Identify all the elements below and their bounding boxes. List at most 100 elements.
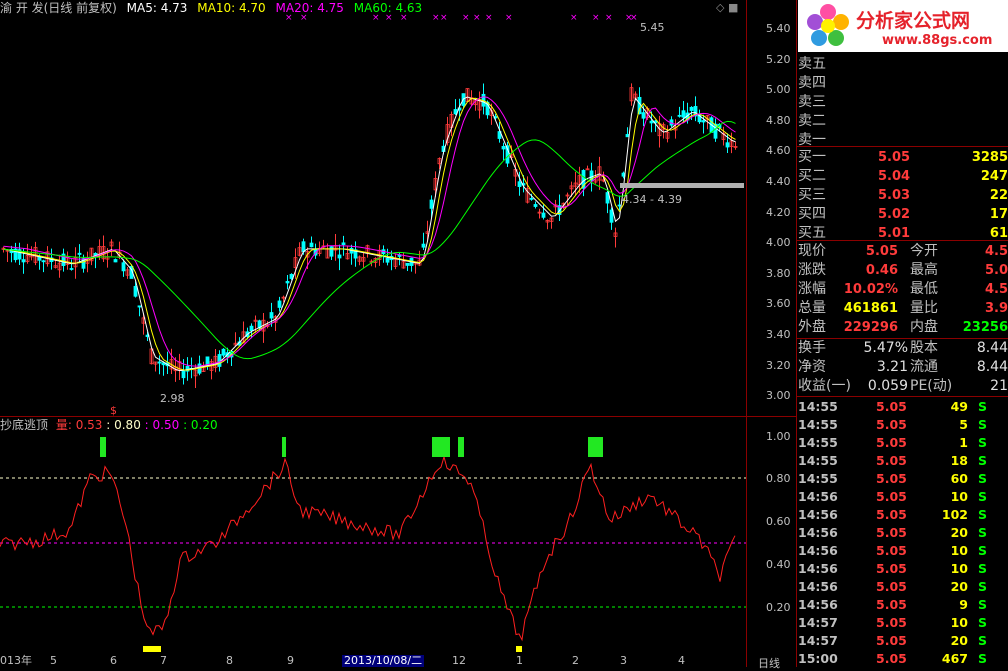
- tick-volume: 5: [959, 417, 968, 432]
- sell-row[interactable]: 卖五: [798, 55, 1008, 74]
- buy-row[interactable]: 买四 5.02 17: [798, 205, 1008, 224]
- sell-row[interactable]: 卖四: [798, 74, 1008, 93]
- sell-label: 卖四: [798, 75, 826, 91]
- tick-row: 14:56 5.05 20 S: [798, 524, 1008, 542]
- signal-marker: ×: [630, 13, 638, 23]
- candle-body: [181, 370, 186, 379]
- candles-group: [1, 83, 738, 388]
- fund-value: 0.059: [867, 378, 908, 394]
- tick-price: 5.05: [876, 453, 907, 468]
- tick-price: 5.05: [876, 651, 907, 666]
- signal-marker: ×: [473, 13, 481, 23]
- date-tick[interactable]: 2013/10/08/二: [342, 655, 425, 667]
- tick-time: 14:55: [798, 399, 838, 414]
- price-tick: 3.60: [766, 297, 791, 311]
- fund-label2: PE(动): [910, 378, 953, 394]
- signal-marker: ×: [300, 13, 308, 23]
- date-tick[interactable]: 6: [110, 655, 117, 667]
- ma-line: [3, 120, 736, 360]
- tick-row: 14:56 5.05 10 S: [798, 488, 1008, 506]
- tick-side: S: [978, 435, 988, 450]
- panel-divider: [796, 0, 797, 667]
- tick-volume: 20: [950, 633, 968, 648]
- fund-value2: 21: [990, 378, 1008, 394]
- buy-row[interactable]: 买三 5.03 22: [798, 186, 1008, 205]
- tick-row: 14:55 5.05 49 S: [798, 398, 1008, 416]
- price-tick: 3.00: [766, 389, 791, 403]
- candle-body: [285, 281, 290, 284]
- tick-row: 14:56 5.05 10 S: [798, 542, 1008, 560]
- tick-price: 5.05: [876, 399, 907, 414]
- date-tick[interactable]: 013年: [0, 655, 32, 667]
- buy-row[interactable]: 买一 5.05 3285: [798, 148, 1008, 167]
- candle-body: [217, 354, 222, 367]
- buy-label: 买一: [798, 149, 826, 165]
- candle-body: [625, 134, 630, 138]
- candle-body: [421, 243, 426, 248]
- tick-volume: 20: [950, 525, 968, 540]
- price-tick: 5.40: [766, 22, 791, 35]
- quote-label: 现价: [798, 243, 826, 259]
- candle-body: [385, 257, 390, 263]
- fundamental-row: 收益(一) 0.059 PE(动) 21: [798, 377, 1008, 396]
- tick-row: 14:56 5.05 20 S: [798, 578, 1008, 596]
- date-tick[interactable]: 4: [678, 655, 685, 667]
- tick-volume: 49: [950, 399, 968, 414]
- candle-body: [681, 110, 686, 118]
- indicator-tick: 0.20: [766, 601, 791, 614]
- tick-time: 14:57: [798, 615, 838, 630]
- quote-row: 涨幅 10.02% 最低 4.5: [798, 280, 1008, 299]
- tick-row: 14:55 5.05 60 S: [798, 470, 1008, 488]
- candle-body: [249, 325, 254, 331]
- flower-logo-icon: [807, 4, 849, 46]
- candle-body: [309, 242, 314, 248]
- date-tick[interactable]: 7: [160, 655, 167, 667]
- tick-time: 14:56: [798, 489, 838, 504]
- tick-time: 14:56: [798, 507, 838, 522]
- date-tick[interactable]: 5: [50, 655, 57, 667]
- sell-row[interactable]: 卖二: [798, 112, 1008, 131]
- price-tick: 4.20: [766, 205, 791, 219]
- tick-volume: 10: [950, 489, 968, 504]
- indicator-vol: 量: 0.53: [55, 418, 103, 432]
- signal-marker: ×: [505, 13, 513, 23]
- period-label[interactable]: 日线: [758, 655, 780, 671]
- candle-body: [725, 142, 730, 148]
- date-tick[interactable]: 2: [572, 655, 579, 667]
- date-tick[interactable]: 12: [452, 655, 466, 667]
- indicator-divider: [0, 416, 796, 417]
- buy-volume: 3285: [971, 150, 1008, 165]
- top-signal-bar: [588, 437, 603, 457]
- price-tick: 5.00: [766, 83, 791, 97]
- fund-label2: 股本: [910, 340, 938, 356]
- tick-time: 14:55: [798, 435, 838, 450]
- tick-volume: 102: [941, 507, 968, 522]
- fundamental-row: 净资 3.21 流通 8.44: [798, 358, 1008, 377]
- price-tick: 5.20: [766, 52, 791, 66]
- fund-value2: 8.44: [976, 340, 1008, 356]
- chart-right-divider: [746, 0, 747, 667]
- signal-marker: ×: [285, 13, 293, 23]
- indicator-line-80: : 0.80: [106, 418, 141, 432]
- signal-marker: ×: [432, 13, 440, 23]
- high-annotation: 5.45: [640, 21, 665, 34]
- range-annotation: 4.34 - 4.39: [622, 193, 682, 206]
- tick-row: 14:55 5.05 5 S: [798, 416, 1008, 434]
- buy-row[interactable]: 买二 5.04 247: [798, 167, 1008, 186]
- fundamental-row: 换手 5.47% 股本 8.44: [798, 339, 1008, 358]
- tick-price: 5.05: [876, 633, 907, 648]
- date-tick[interactable]: 3: [620, 655, 627, 667]
- sell-row[interactable]: 卖三: [798, 93, 1008, 112]
- candle-body: [429, 199, 434, 209]
- quote-label2: 最高: [910, 262, 938, 278]
- candle-body: [121, 262, 126, 272]
- buy-label: 买二: [798, 168, 826, 184]
- date-tick[interactable]: 1: [516, 655, 523, 667]
- candle-body: [21, 259, 26, 263]
- candle-body: [541, 212, 546, 218]
- kline-chart[interactable]: × × × × × × × × × × × × × × ××: [0, 0, 796, 667]
- tick-price: 5.05: [876, 417, 907, 432]
- date-tick[interactable]: 8: [226, 655, 233, 667]
- indicator-name[interactable]: 抄底逃顶: [0, 418, 48, 432]
- date-tick[interactable]: 9: [287, 655, 294, 667]
